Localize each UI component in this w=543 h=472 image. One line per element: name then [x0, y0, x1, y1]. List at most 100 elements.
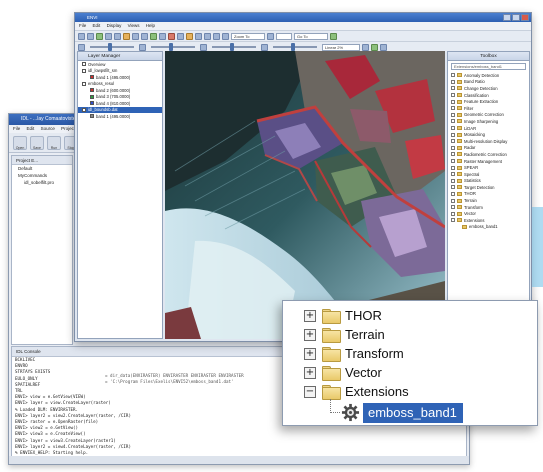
expand-icon[interactable]: [451, 198, 455, 203]
help-icon[interactable]: [380, 43, 387, 51]
toolbox-tool-emboss-band1[interactable]: emboss_band1: [283, 399, 537, 424]
idl-menu-project[interactable]: Project: [61, 126, 75, 131]
toolbox-search-input[interactable]: Extensions/emboss_band1: [451, 63, 526, 70]
transparency-slider[interactable]: [273, 43, 317, 51]
go-to-icon[interactable]: [330, 32, 337, 40]
expand-icon[interactable]: [451, 79, 455, 84]
toolbox-item[interactable]: Mosaicking: [448, 131, 529, 138]
close-icon[interactable]: [521, 14, 529, 21]
rotate-field-icon[interactable]: [267, 32, 274, 40]
expand-icon[interactable]: [451, 191, 455, 196]
expand-icon[interactable]: +: [304, 347, 316, 360]
envi-menu-help[interactable]: Help: [146, 23, 155, 28]
expand-icon[interactable]: [451, 126, 455, 131]
brightness-slider[interactable]: [90, 43, 134, 51]
toolbox-item[interactable]: Spectral: [448, 171, 529, 178]
toolbox-item[interactable]: Extensions: [448, 217, 529, 224]
toolbox-item[interactable]: Image Sharpening: [448, 118, 529, 125]
portal-icon[interactable]: [371, 43, 378, 51]
expand-icon[interactable]: [451, 86, 455, 91]
toolbox-folder-vector[interactable]: + Vector: [283, 363, 537, 382]
layer-item[interactable]: band 1 (495.0000): [78, 113, 162, 120]
annotation-icon[interactable]: [186, 32, 193, 40]
open-file-icon[interactable]: [78, 32, 85, 40]
expand-icon[interactable]: [451, 165, 455, 170]
fly-icon[interactable]: [159, 32, 166, 40]
collapse-icon[interactable]: −: [304, 385, 316, 398]
toolbox-item[interactable]: Multi-resolution Display: [448, 138, 529, 145]
envi-menu-display[interactable]: Display: [107, 23, 122, 28]
redo-icon[interactable]: [114, 32, 121, 40]
toolbox-item[interactable]: Raster Management: [448, 158, 529, 165]
expand-icon[interactable]: [451, 119, 455, 124]
rotate-field[interactable]: [276, 32, 292, 40]
zoom-out-icon[interactable]: [213, 32, 220, 40]
expand-icon[interactable]: [451, 205, 455, 210]
minimize-icon[interactable]: [503, 14, 511, 21]
toolbox-item[interactable]: Geometric Correction: [448, 112, 529, 119]
toolbox-item[interactable]: Feature Extraction: [448, 98, 529, 105]
expand-icon[interactable]: [451, 73, 455, 78]
idl-open-button[interactable]: Open: [13, 135, 27, 150]
expand-icon[interactable]: +: [304, 309, 316, 322]
toolbox-item[interactable]: Statistics: [448, 178, 529, 185]
toolbox-folder-transform[interactable]: + Transform: [283, 344, 537, 363]
expand-icon[interactable]: [451, 211, 455, 216]
expand-icon[interactable]: +: [304, 366, 316, 379]
zoom-in-icon[interactable]: [204, 32, 211, 40]
expand-icon[interactable]: [451, 106, 455, 111]
rotate-icon[interactable]: [141, 32, 148, 40]
stretch-type-select[interactable]: Linear 2%: [322, 43, 360, 51]
maximize-icon[interactable]: [512, 14, 520, 21]
idl-menu-edit[interactable]: Edit: [27, 126, 35, 131]
idl-save-button[interactable]: Save File: [30, 135, 44, 172]
toolbox-item[interactable]: Terrain: [448, 197, 529, 204]
fixed-zoom-icon[interactable]: [222, 32, 229, 40]
toolbox-folder-thor[interactable]: + THOR: [283, 306, 537, 325]
expand-icon[interactable]: [451, 132, 455, 137]
vector-icon[interactable]: [177, 32, 184, 40]
toolbox-item[interactable]: Radiometric Correction: [448, 151, 529, 158]
expand-icon[interactable]: +: [304, 328, 316, 341]
undo-icon[interactable]: [105, 32, 112, 40]
toolbox-item[interactable]: Band Ratio: [448, 79, 529, 86]
zoom-to-field[interactable]: Zoom To: [231, 32, 265, 40]
view-icon[interactable]: [362, 43, 369, 51]
contrast-slider[interactable]: [151, 43, 195, 51]
project-default[interactable]: Default: [12, 165, 72, 172]
toolbox-item[interactable]: Target Detection: [448, 184, 529, 191]
idl-menu-source[interactable]: Source: [41, 126, 55, 131]
toolbox-item[interactable]: Vector: [448, 210, 529, 217]
expand-icon[interactable]: [451, 93, 455, 98]
zoom-icon[interactable]: [150, 32, 157, 40]
expand-icon[interactable]: [451, 152, 455, 157]
save-icon[interactable]: [87, 32, 94, 40]
expand-icon[interactable]: [451, 159, 455, 164]
project-mycommands[interactable]: MyCommands: [12, 172, 72, 179]
project-file-sobelfilt[interactable]: idl_sobelfilt.pro: [12, 179, 72, 186]
roi-icon[interactable]: [168, 32, 175, 40]
toolbox-item[interactable]: emboss_band1: [448, 224, 529, 231]
toolbox-item[interactable]: Change Detection: [448, 85, 529, 92]
toolbox-folder-extensions[interactable]: − Extensions: [283, 382, 537, 401]
toolbox-item[interactable]: Filter: [448, 105, 529, 112]
expand-icon[interactable]: [451, 185, 455, 190]
pan-icon[interactable]: [132, 32, 139, 40]
expand-icon[interactable]: [451, 99, 455, 104]
toolbox-item[interactable]: Anomaly Detection: [448, 72, 529, 79]
toolbox-item[interactable]: SPEAR: [448, 164, 529, 171]
toolbox-item[interactable]: Radar: [448, 145, 529, 152]
go-to-field[interactable]: Go To: [294, 32, 328, 40]
toolbox-folder-terrain[interactable]: + Terrain: [283, 325, 537, 344]
image-view[interactable]: [165, 51, 445, 339]
expand-icon[interactable]: [451, 145, 455, 150]
envi-menu-views[interactable]: Views: [128, 23, 140, 28]
idl-menu-file[interactable]: File: [13, 126, 20, 131]
idl-run-button[interactable]: Run: [47, 135, 61, 150]
expand-icon[interactable]: [451, 172, 455, 177]
envi-menu-edit[interactable]: Edit: [93, 23, 101, 28]
toolbox-item[interactable]: Transform: [448, 204, 529, 211]
expand-icon[interactable]: [451, 139, 455, 144]
crosshair-icon[interactable]: [195, 32, 202, 40]
data-manager-icon[interactable]: [96, 32, 103, 40]
